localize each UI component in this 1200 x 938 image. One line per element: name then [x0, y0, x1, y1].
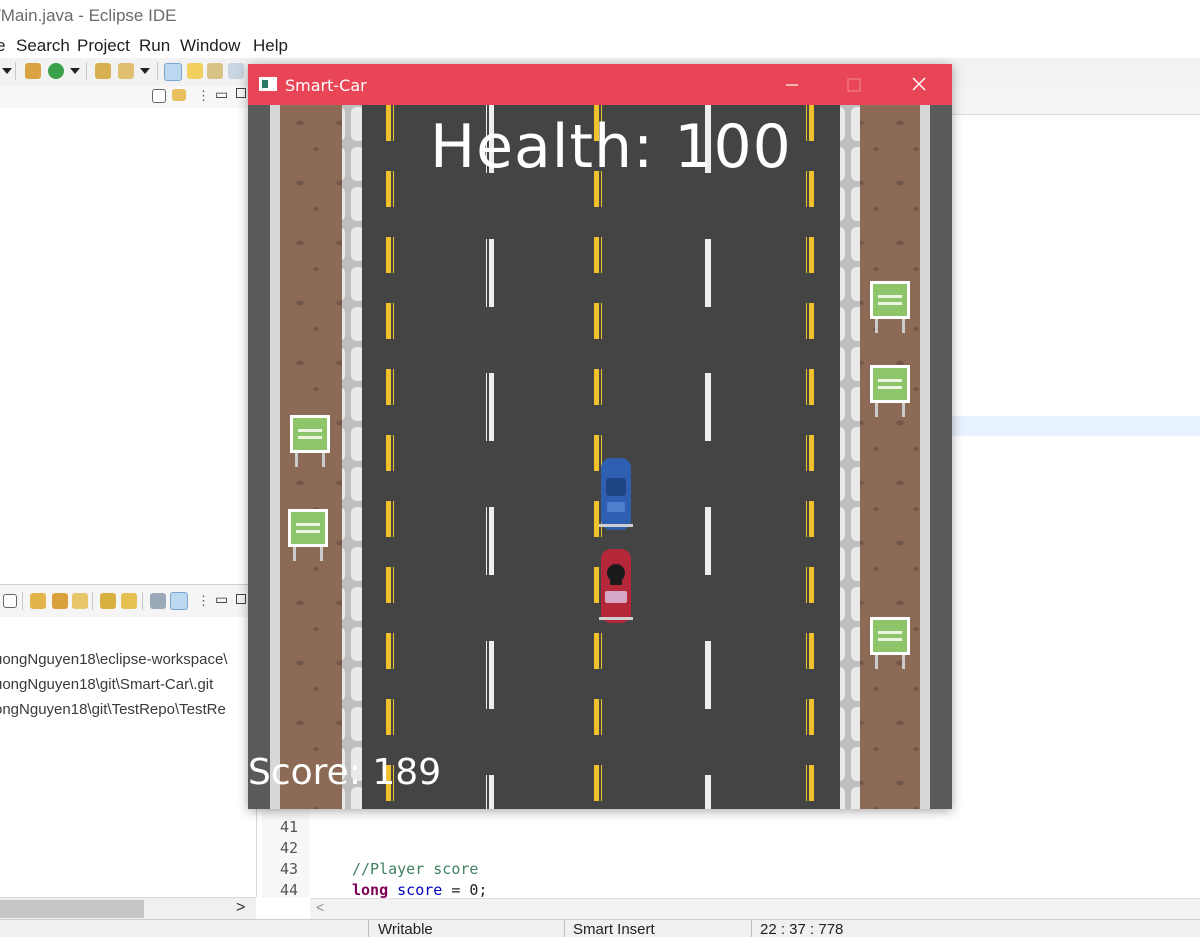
close-icon	[912, 77, 926, 91]
game-canvas[interactable]	[248, 105, 952, 809]
refresh-icon[interactable]	[100, 593, 116, 609]
toolbar-separator	[92, 592, 93, 610]
status-separator	[751, 920, 752, 937]
status-cursor-position: 22 : 37 : 778	[760, 921, 844, 938]
white-lane-marking	[704, 105, 712, 809]
open-type-icon[interactable]	[95, 63, 111, 79]
status-separator	[368, 920, 369, 937]
hierarchy-icon[interactable]	[150, 593, 166, 609]
status-separator	[564, 920, 565, 937]
link-icon[interactable]	[121, 593, 137, 609]
toolbar-separator	[157, 62, 158, 80]
scrollbar-thumb[interactable]	[0, 900, 144, 918]
menu-search[interactable]: Search	[16, 36, 70, 56]
maximize-button[interactable]	[832, 64, 878, 105]
toolbar-separator	[86, 62, 87, 80]
left-dirt-strip	[280, 105, 342, 809]
right-dirt-strip	[860, 105, 920, 809]
left-guardrail	[342, 105, 362, 809]
left-curb	[270, 105, 280, 809]
menu-run[interactable]: Run	[139, 36, 170, 56]
repository-path[interactable]: ongNguyen18\git\TestRepo\TestRe	[0, 701, 226, 718]
package-explorer-toolbar: ⋮ ▭	[0, 86, 256, 109]
maximize-icon[interactable]	[236, 594, 246, 604]
run-external-icon[interactable]	[118, 63, 134, 79]
status-insert-mode: Smart Insert	[573, 921, 655, 938]
dropdown-arrow-icon[interactable]	[2, 68, 12, 74]
code-text: = 0;	[442, 881, 488, 899]
health-display: Health: 100	[430, 112, 792, 182]
java-app-icon	[259, 77, 277, 91]
dropdown-arrow-icon[interactable]	[140, 68, 150, 74]
game-window-title: Smart-Car	[285, 76, 367, 95]
minimize-button[interactable]	[770, 64, 816, 105]
editor-horizontal-scrollbar[interactable]	[310, 898, 1200, 919]
red-skull-car	[599, 549, 633, 623]
right-guardrail	[840, 105, 860, 809]
repository-path[interactable]: uongNguyen18\eclipse-workspace\	[0, 651, 227, 668]
line-number: 44	[280, 881, 299, 899]
yellow-lane-marking	[594, 105, 602, 809]
line-number: 43	[280, 860, 299, 878]
menu-help[interactable]: Help	[253, 36, 288, 56]
dropdown-arrow-icon[interactable]	[70, 68, 80, 74]
collapse-all-icon[interactable]	[3, 594, 17, 608]
code-line: long score = 0;	[352, 881, 487, 899]
new-class-icon[interactable]	[48, 63, 64, 79]
ide-window-title: /Main.java - Eclipse IDE	[0, 6, 177, 25]
menu-project[interactable]: Project	[77, 36, 130, 56]
view-menu-icon[interactable]: ⋮	[197, 593, 210, 609]
line-number: 41	[280, 818, 299, 836]
scroll-left-icon[interactable]: <	[316, 899, 324, 915]
create-repository-icon[interactable]	[72, 593, 88, 609]
minimize-icon	[786, 84, 798, 86]
score-display: Score: 189	[248, 752, 442, 793]
maximize-icon	[847, 78, 861, 92]
repository-path[interactable]: uongNguyen18\git\Smart-Car\.git	[0, 676, 213, 693]
git-repositories-view: uongNguyen18\eclipse-workspace\ uongNguy…	[0, 617, 257, 897]
code-field: score	[397, 881, 443, 899]
blue-car	[599, 458, 633, 530]
package-explorer-view	[0, 108, 257, 584]
right-edge	[930, 105, 952, 809]
scroll-right-icon[interactable]: >	[236, 899, 245, 917]
code-comment: //Player score	[352, 860, 479, 878]
show-whitespace-icon[interactable]	[207, 63, 223, 79]
new-package-icon[interactable]	[25, 63, 41, 79]
minimize-icon[interactable]: ▭	[215, 86, 228, 103]
toolbar-separator	[15, 62, 16, 80]
yellow-lane-marking	[806, 105, 814, 809]
minimize-icon[interactable]: ▭	[215, 591, 228, 608]
left-edge	[248, 105, 270, 809]
menu-file[interactable]: e	[0, 36, 5, 56]
highlight-icon[interactable]	[187, 63, 203, 79]
filter-icon[interactable]	[170, 592, 188, 610]
editor-tab-bar	[950, 86, 1200, 115]
code-keyword: long	[352, 881, 389, 899]
block-selection-icon[interactable]	[228, 63, 244, 79]
toggle-mark-occurrences-icon[interactable]	[164, 63, 182, 81]
clone-repository-icon[interactable]	[52, 593, 68, 609]
view-menu-icon[interactable]: ⋮	[197, 88, 210, 104]
status-writable: Writable	[378, 921, 433, 938]
add-repository-icon[interactable]	[30, 593, 46, 609]
right-curb	[920, 105, 930, 809]
link-with-editor-icon[interactable]	[172, 89, 186, 101]
yellow-lane-marking	[386, 105, 394, 809]
collapse-all-icon[interactable]	[152, 89, 166, 103]
menu-window[interactable]: Window	[180, 36, 240, 56]
maximize-icon[interactable]	[236, 88, 246, 98]
toolbar-separator	[142, 592, 143, 610]
git-repositories-toolbar: ⋮ ▭	[0, 584, 256, 618]
road-scene	[248, 105, 952, 809]
close-button[interactable]	[896, 64, 942, 105]
white-lane-marking	[486, 105, 494, 809]
toolbar-separator	[22, 592, 23, 610]
current-line-highlight	[950, 416, 1200, 436]
line-number: 42	[280, 839, 299, 857]
status-bar: Writable Smart Insert 22 : 37 : 778	[0, 919, 1200, 938]
